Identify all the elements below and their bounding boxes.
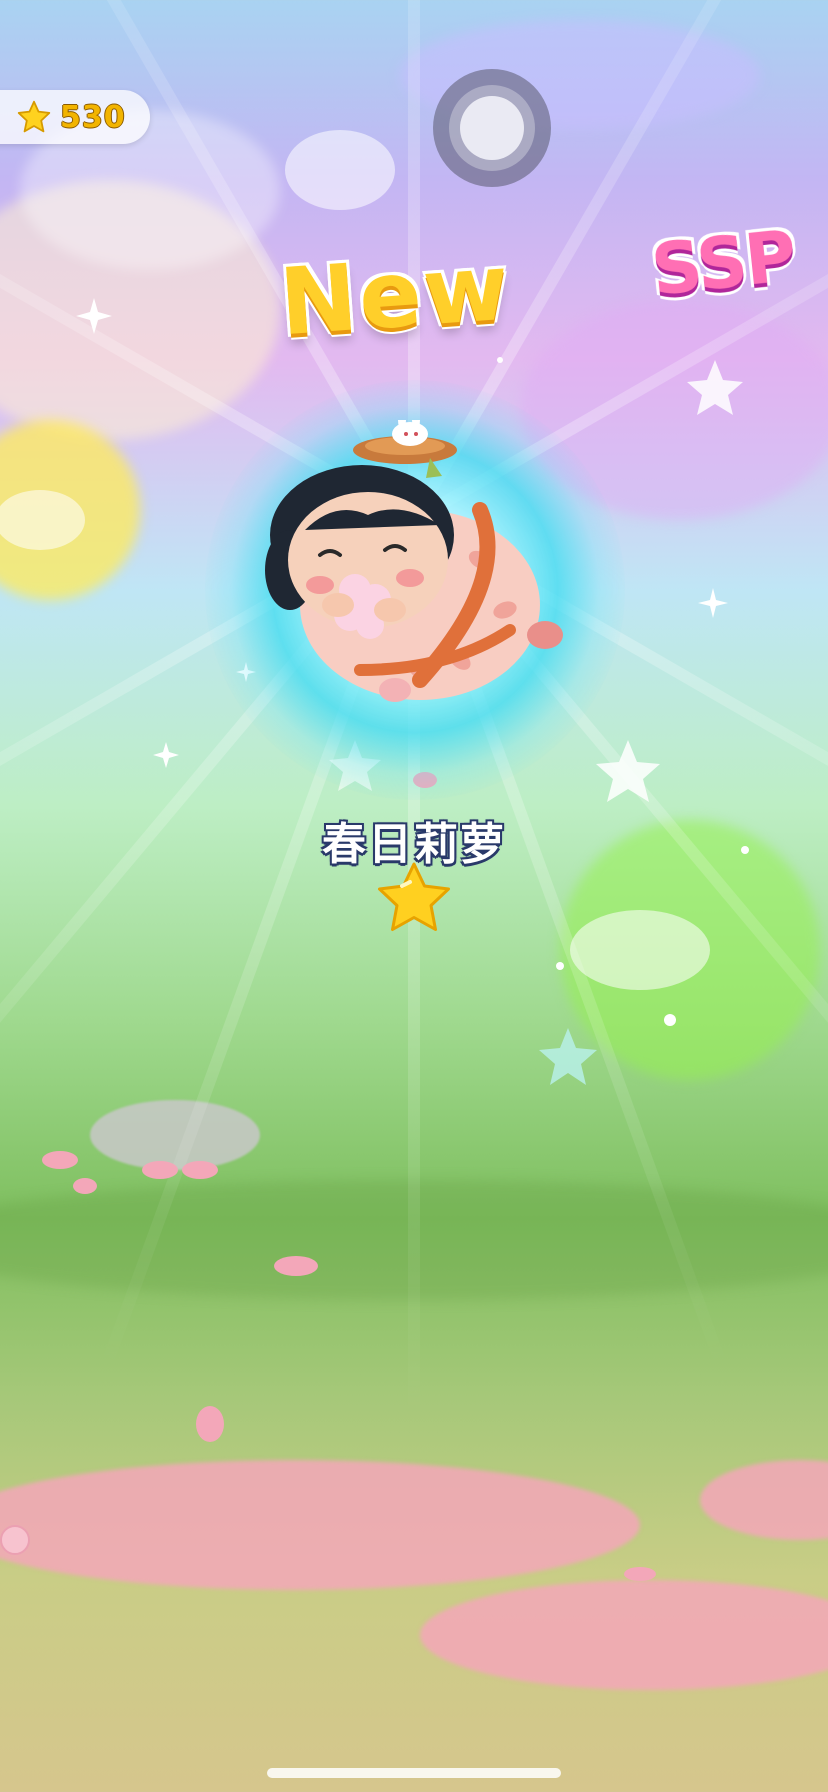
rarity-badge: SSP [647,215,799,312]
star-icon [17,100,51,133]
new-badge: New [276,233,514,357]
star-count: 530 [60,99,126,135]
rarity-star-icon [378,862,450,931]
star-counter[interactable]: 530 [0,90,150,144]
home-indicator[interactable] [267,1768,561,1778]
character-illustration[interactable] [250,420,580,750]
assistive-touch-button[interactable] [433,69,551,187]
